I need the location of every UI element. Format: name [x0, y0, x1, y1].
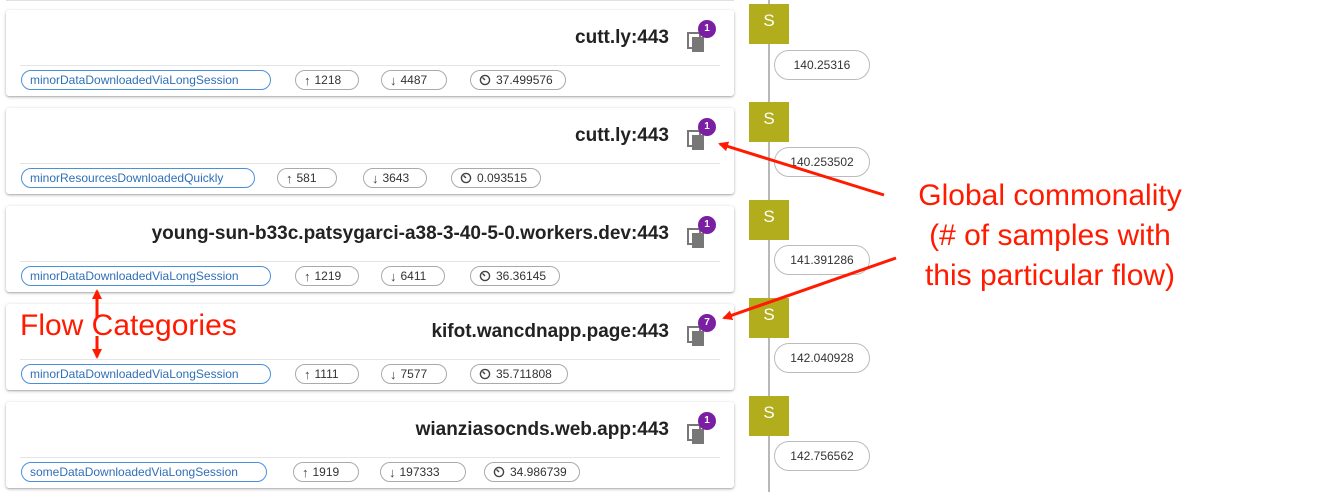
arrow-to-badge — [718, 141, 885, 197]
annotation-arrows — [92, 141, 897, 359]
arrow-to-badge — [722, 256, 897, 321]
